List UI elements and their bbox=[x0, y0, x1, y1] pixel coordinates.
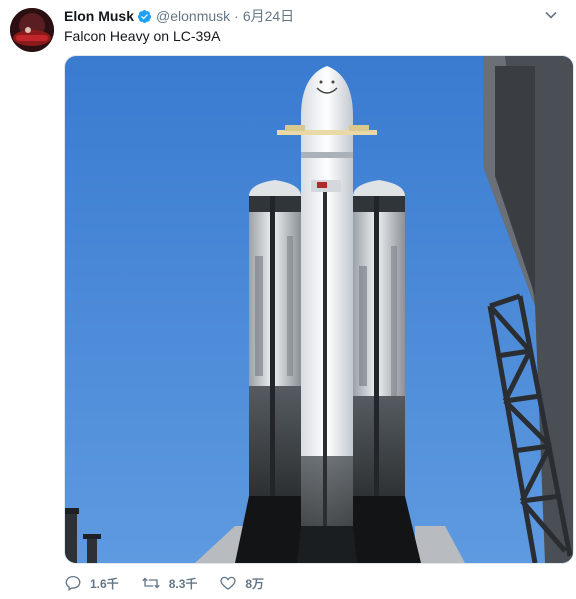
reply-button[interactable]: 1.6千 bbox=[64, 574, 119, 592]
chevron-down-icon[interactable] bbox=[544, 8, 558, 22]
like-button[interactable]: 8万 bbox=[219, 574, 264, 592]
rocket-photo bbox=[65, 56, 573, 563]
retweet-icon bbox=[141, 577, 160, 589]
separator-dot: · bbox=[234, 8, 239, 24]
heart-icon bbox=[220, 576, 236, 590]
author-name[interactable]: Elon Musk bbox=[64, 8, 134, 24]
reply-icon bbox=[65, 575, 81, 591]
tweet-text: Falcon Heavy on LC-39A bbox=[64, 28, 221, 44]
tweet-photo[interactable] bbox=[64, 55, 574, 564]
author-handle[interactable]: @elonmusk bbox=[156, 8, 230, 24]
avatar[interactable] bbox=[10, 8, 54, 52]
retweet-count: 8.3千 bbox=[168, 576, 198, 591]
tweet-date[interactable]: 6月24日 bbox=[243, 6, 294, 26]
like-count: 8万 bbox=[245, 576, 265, 591]
retweet-button[interactable]: 8.3千 bbox=[141, 574, 198, 592]
reply-count: 1.6千 bbox=[90, 576, 119, 591]
avatar-image bbox=[10, 8, 54, 52]
verified-badge-icon bbox=[137, 9, 152, 24]
tweet-actions: 1.6千 8.3千 8万 bbox=[64, 570, 286, 596]
tweet-header: Elon Musk @elonmusk · 6月24日 bbox=[64, 6, 556, 26]
